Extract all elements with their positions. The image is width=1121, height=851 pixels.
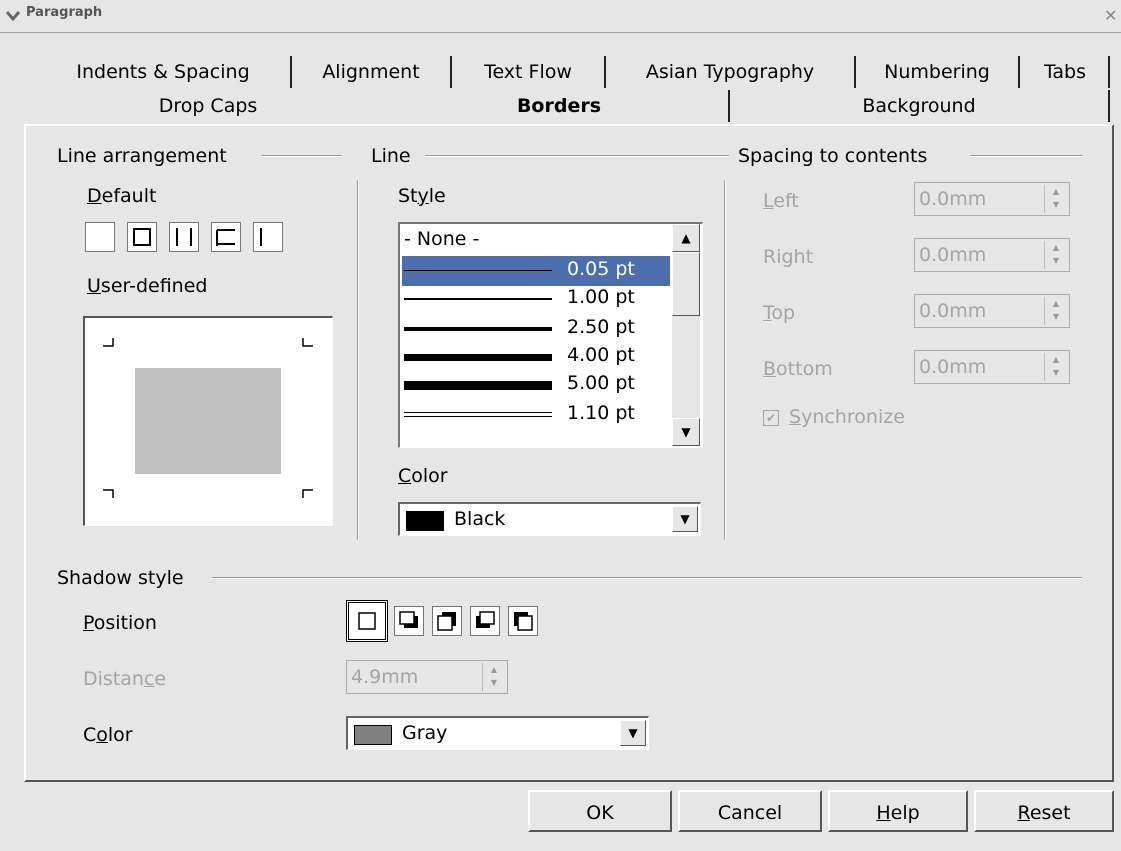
close-icon[interactable]: ✕	[1104, 6, 1117, 25]
list-item[interactable]: 4.00 pt	[402, 342, 670, 372]
tab-background[interactable]: Background	[734, 88, 1104, 124]
line-title: Line	[371, 145, 411, 167]
shadow-top-left-button[interactable]	[508, 606, 538, 636]
scroll-thumb[interactable]	[672, 252, 700, 316]
tab-alignment[interactable]: Alignment	[296, 54, 446, 90]
shadow-top-right-button[interactable]	[432, 606, 462, 636]
ok-button[interactable]: OK	[528, 790, 672, 832]
line-style-listbox[interactable]: - None - 0.05 pt 1.00 pt 2.50 pt 4.00 pt…	[398, 222, 703, 448]
tab-numbering[interactable]: Numbering	[860, 54, 1014, 90]
spin-arrows-icon[interactable]: ▲ ▼	[1044, 297, 1067, 325]
shadow-top-left-icon	[514, 612, 533, 631]
user-defined-border-preview[interactable]	[83, 316, 333, 526]
window-menu-icon[interactable]	[6, 8, 20, 22]
left-border-icon	[260, 228, 262, 246]
spacing-title: Spacing to contents	[738, 145, 928, 167]
user-defined-label: User-defined	[87, 275, 208, 297]
checkbox-icon: ✔	[763, 409, 779, 426]
synchronize-checkbox[interactable]: ✔ Synchronize	[763, 406, 905, 428]
preset-left-right-button[interactable]	[169, 222, 199, 252]
shadow-none-icon	[358, 612, 376, 630]
shadow-color-select[interactable]: Gray ▼	[346, 716, 649, 750]
spin-arrows-icon[interactable]: ▲ ▼	[482, 663, 505, 691]
preset-none-button[interactable]	[85, 222, 115, 252]
cancel-button[interactable]: Cancel	[678, 790, 822, 832]
shadow-distance-label: Distance	[83, 668, 167, 690]
line-color-label: Color	[398, 465, 448, 487]
default-label: Default	[87, 185, 157, 207]
spacing-bottom-label: Bottom	[763, 358, 833, 380]
list-item[interactable]: 1.10 pt	[402, 400, 670, 430]
list-item[interactable]: 2.50 pt	[402, 314, 670, 344]
tab-indents-spacing[interactable]: Indents & Spacing	[40, 54, 286, 90]
spacing-right-field[interactable]: 0.0mm ▲ ▼	[914, 238, 1070, 272]
list-item[interactable]: - None -	[402, 226, 670, 256]
border-preview-canvas	[103, 338, 313, 498]
box-border-icon	[133, 228, 151, 246]
help-button[interactable]: Help	[828, 790, 968, 832]
color-swatch	[354, 725, 392, 745]
shadow-position-label: Position	[83, 612, 157, 634]
scroll-down-icon[interactable]: ▼	[672, 418, 700, 446]
shadow-bottom-right-button[interactable]	[394, 606, 424, 636]
spacing-left-label: Left	[763, 190, 799, 212]
top-bottom-border-icon	[216, 229, 235, 246]
window-title: Paragraph	[26, 5, 103, 20]
style-scrollbar[interactable]: ▲ ▼	[672, 224, 700, 446]
line-color-select[interactable]: Black ▼	[398, 502, 701, 536]
spacing-right-label: Right	[763, 246, 814, 268]
shadow-color-value: Gray	[402, 722, 448, 744]
spacing-left-field[interactable]: 0.0mm ▲ ▼	[914, 182, 1070, 216]
reset-button[interactable]: Reset	[974, 790, 1114, 832]
tab-text-flow[interactable]: Text Flow	[456, 54, 600, 90]
style-label: Style	[398, 185, 446, 207]
list-item[interactable]: 5.00 pt	[402, 370, 670, 400]
shadow-style-title: Shadow style	[57, 567, 184, 589]
shadow-bottom-left-icon	[476, 611, 495, 628]
color-swatch	[406, 511, 444, 531]
tab-drop-caps[interactable]: Drop Caps	[30, 88, 386, 124]
preset-left-button[interactable]	[253, 222, 283, 252]
line-arrangement-title: Line arrangement	[57, 145, 227, 167]
spacing-top-field[interactable]: 0.0mm ▲ ▼	[914, 294, 1070, 328]
left-right-border-icon	[176, 228, 192, 246]
line-color-value: Black	[454, 508, 506, 530]
shadow-color-label: Color	[83, 724, 133, 746]
shadow-position-group	[346, 600, 566, 644]
preset-box-button[interactable]	[127, 222, 157, 252]
shadow-top-right-icon	[437, 612, 456, 631]
chevron-down-icon[interactable]: ▼	[620, 720, 646, 746]
spacing-bottom-field[interactable]: 0.0mm ▲ ▼	[914, 350, 1070, 384]
list-item[interactable]: 0.05 pt	[402, 256, 670, 286]
spacing-top-label: Top	[763, 302, 796, 324]
tab-borders[interactable]: Borders	[392, 88, 726, 124]
spin-arrows-icon[interactable]: ▲ ▼	[1044, 185, 1067, 213]
chevron-down-icon[interactable]: ▼	[672, 506, 698, 532]
list-item[interactable]: 1.00 pt	[402, 284, 670, 314]
tab-tabs[interactable]: Tabs	[1024, 54, 1106, 90]
tab-asian-typography[interactable]: Asian Typography	[610, 54, 850, 90]
spin-arrows-icon[interactable]: ▲ ▼	[1044, 241, 1067, 269]
shadow-bottom-right-icon	[399, 611, 418, 628]
shadow-bottom-left-button[interactable]	[470, 606, 500, 636]
shadow-distance-field[interactable]: 4.9mm ▲ ▼	[346, 660, 508, 694]
title-bar: Paragraph ✕	[0, 0, 1121, 33]
spin-arrows-icon[interactable]: ▲ ▼	[1044, 353, 1067, 381]
default-presets	[85, 222, 295, 256]
preset-top-bottom-button[interactable]	[211, 222, 241, 252]
scroll-up-icon[interactable]: ▲	[672, 224, 700, 252]
shadow-none-button[interactable]	[346, 600, 388, 642]
